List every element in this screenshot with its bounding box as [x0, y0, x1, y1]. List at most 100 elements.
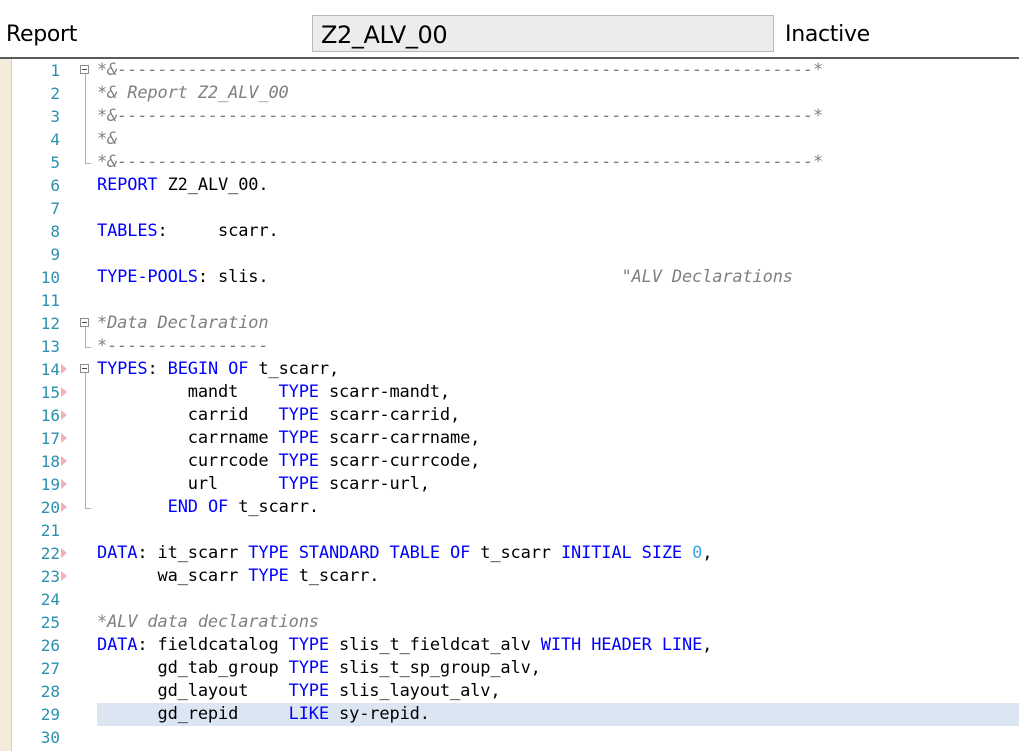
code-line-area[interactable] — [97, 243, 1019, 266]
code-line-area[interactable]: carrname TYPE scarr-carrname, — [97, 427, 1019, 450]
line-number: 8 — [50, 222, 60, 241]
line-number: 16 — [40, 406, 60, 425]
code-line[interactable]: 22 DATA: it_scarr TYPE STANDARD TABLE OF … — [0, 542, 1019, 565]
code-line-area[interactable] — [97, 726, 1019, 749]
code-text: END OF t_scarr. — [167, 497, 319, 517]
code-text: TABLES: scarr. — [97, 221, 279, 241]
code-line[interactable]: 8 TABLES: scarr. — [0, 220, 1019, 243]
code-line-area[interactable]: TABLES: scarr. — [97, 220, 1019, 243]
code-text: gd_tab_group TYPE slis_t_sp_group_alv, — [97, 658, 541, 678]
line-number: 6 — [50, 176, 60, 195]
code-text: *---------------- — [97, 336, 269, 356]
code-line-area[interactable]: TYPES: BEGIN OF t_scarr, — [97, 358, 1019, 381]
program-name-field[interactable]: Z2_ALV_00 — [312, 15, 774, 52]
code-line-area[interactable]: DATA: fieldcatalog TYPE slis_t_fieldcat_… — [97, 634, 1019, 657]
code-line[interactable]: 6 REPORT Z2_ALV_00. — [0, 174, 1019, 197]
code-line-area[interactable]: gd_tab_group TYPE slis_t_sp_group_alv, — [97, 657, 1019, 680]
code-line[interactable]: 3 *&-------------------------------------… — [0, 105, 1019, 128]
code-line[interactable]: 2 *& Report Z2_ALV_00 — [0, 82, 1019, 105]
code-line[interactable]: 5 *&-------------------------------------… — [0, 151, 1019, 174]
line-number: 15 — [40, 383, 60, 402]
code-line-area[interactable]: *&--------------------------------------… — [97, 105, 1019, 128]
code-line-area[interactable]: *& — [97, 128, 1019, 151]
code-line[interactable]: 25 *ALV data declarations — [0, 611, 1019, 634]
code-line-area[interactable] — [97, 588, 1019, 611]
fold-end-types-block — [85, 508, 91, 509]
code-line-area[interactable]: REPORT Z2_ALV_00. — [97, 174, 1019, 197]
fold-collapse-icon[interactable] — [80, 364, 89, 373]
line-number: 23 — [40, 567, 60, 586]
code-line[interactable]: 9 — [0, 243, 1019, 266]
code-line[interactable]: 23 wa_scarr TYPE t_scarr. — [0, 565, 1019, 588]
code-line[interactable]: 28 gd_layout TYPE slis_layout_alv, — [0, 680, 1019, 703]
code-line-area[interactable]: *Data Declaration — [97, 312, 1019, 335]
line-number: 12 — [40, 314, 60, 333]
code-line-area[interactable] — [97, 289, 1019, 312]
code-line[interactable]: 18 currcode TYPE scarr-currcode, — [0, 450, 1019, 473]
line-number: 18 — [40, 452, 60, 471]
code-text: DATA: it_scarr TYPE STANDARD TABLE OF t_… — [97, 543, 713, 563]
code-line[interactable]: 26 DATA: fieldcatalog TYPE slis_t_fieldca… — [0, 634, 1019, 657]
fold-end-header-comment — [85, 163, 91, 164]
code-line[interactable]: 10 TYPE-POOLS: slis. "ALV Declarations — [0, 266, 1019, 289]
code-line[interactable]: 15 mandt TYPE scarr-mandt, — [0, 381, 1019, 404]
code-line-area[interactable] — [97, 519, 1019, 542]
code-line-area[interactable]: url TYPE scarr-url, — [97, 473, 1019, 496]
activation-status: Inactive — [785, 22, 870, 47]
code-line-area[interactable]: TYPE-POOLS: slis. "ALV Declarations — [97, 266, 1019, 289]
code-line-area[interactable]: *&--------------------------------------… — [97, 151, 1019, 174]
code-text: *Data Declaration — [97, 313, 269, 333]
code-line[interactable]: 13 *---------------- — [0, 335, 1019, 358]
code-text: *&--------------------------------------… — [97, 152, 824, 172]
program-name-value: Z2_ALV_00 — [321, 21, 448, 49]
code-line[interactable]: 27 gd_tab_group TYPE slis_t_sp_group_alv… — [0, 657, 1019, 680]
code-line-area[interactable]: gd_repid LIKE sy-repid. — [97, 703, 1019, 726]
line-change-marker-icon — [61, 410, 67, 420]
code-line-area[interactable] — [97, 197, 1019, 220]
code-line[interactable]: 30 — [0, 726, 1019, 749]
object-type-label: Report — [6, 22, 78, 47]
fold-collapse-icon[interactable] — [80, 318, 89, 327]
code-line[interactable]: 11 — [0, 289, 1019, 312]
code-line[interactable]: 21 — [0, 519, 1019, 542]
line-number: 1 — [50, 61, 60, 80]
code-line-area[interactable]: *&--------------------------------------… — [97, 59, 1019, 82]
code-line[interactable]: 16 carrid TYPE scarr-carrid, — [0, 404, 1019, 427]
code-line[interactable]: 17 carrname TYPE scarr-carrname, — [0, 427, 1019, 450]
code-line[interactable]: 20 END OF t_scarr. — [0, 496, 1019, 519]
fold-guide-types-block — [85, 373, 86, 509]
line-change-marker-icon — [61, 433, 67, 443]
line-number: 7 — [50, 199, 60, 218]
line-change-marker-icon — [61, 479, 67, 489]
line-number: 26 — [40, 636, 60, 655]
code-line-area[interactable]: *ALV data declarations — [97, 611, 1019, 634]
code-line-area[interactable]: END OF t_scarr. — [97, 496, 1019, 519]
code-text: gd_layout TYPE slis_layout_alv, — [97, 681, 501, 701]
code-line-area[interactable]: currcode TYPE scarr-currcode, — [97, 450, 1019, 473]
code-line[interactable]: 12 *Data Declaration — [0, 312, 1019, 335]
code-line[interactable]: 7 — [0, 197, 1019, 220]
code-line[interactable]: 24 — [0, 588, 1019, 611]
code-line-area[interactable]: gd_layout TYPE slis_layout_alv, — [97, 680, 1019, 703]
code-line[interactable]: 14 TYPES: BEGIN OF t_scarr, — [0, 358, 1019, 381]
fold-collapse-icon[interactable] — [80, 65, 89, 74]
code-line-area[interactable]: carrid TYPE scarr-carrid, — [97, 404, 1019, 427]
code-line[interactable]: 4 *& — [0, 128, 1019, 151]
line-number: 11 — [40, 291, 60, 310]
code-line[interactable]: 19 url TYPE scarr-url, — [0, 473, 1019, 496]
code-line-area[interactable]: *& Report Z2_ALV_00 — [97, 82, 1019, 105]
code-line[interactable]: 1 *&-------------------------------------… — [0, 59, 1019, 82]
line-number: 5 — [50, 153, 60, 172]
code-line-area[interactable]: DATA: it_scarr TYPE STANDARD TABLE OF t_… — [97, 542, 1019, 565]
code-line-area[interactable]: mandt TYPE scarr-mandt, — [97, 381, 1019, 404]
code-text: wa_scarr TYPE t_scarr. — [97, 566, 380, 586]
code-line-area[interactable]: wa_scarr TYPE t_scarr. — [97, 565, 1019, 588]
code-text: DATA: fieldcatalog TYPE slis_t_fieldcat_… — [97, 635, 713, 655]
line-change-marker-icon — [61, 571, 67, 581]
code-line[interactable]: 29 gd_repid LIKE sy-repid. — [0, 703, 1019, 726]
code-text: url TYPE scarr-url, — [97, 474, 430, 494]
abap-code-editor[interactable]: 1 *&-------------------------------------… — [0, 59, 1019, 751]
code-text: REPORT Z2_ALV_00. — [97, 175, 269, 195]
code-line-area[interactable]: *---------------- — [97, 335, 1019, 358]
line-number: 30 — [40, 728, 60, 747]
